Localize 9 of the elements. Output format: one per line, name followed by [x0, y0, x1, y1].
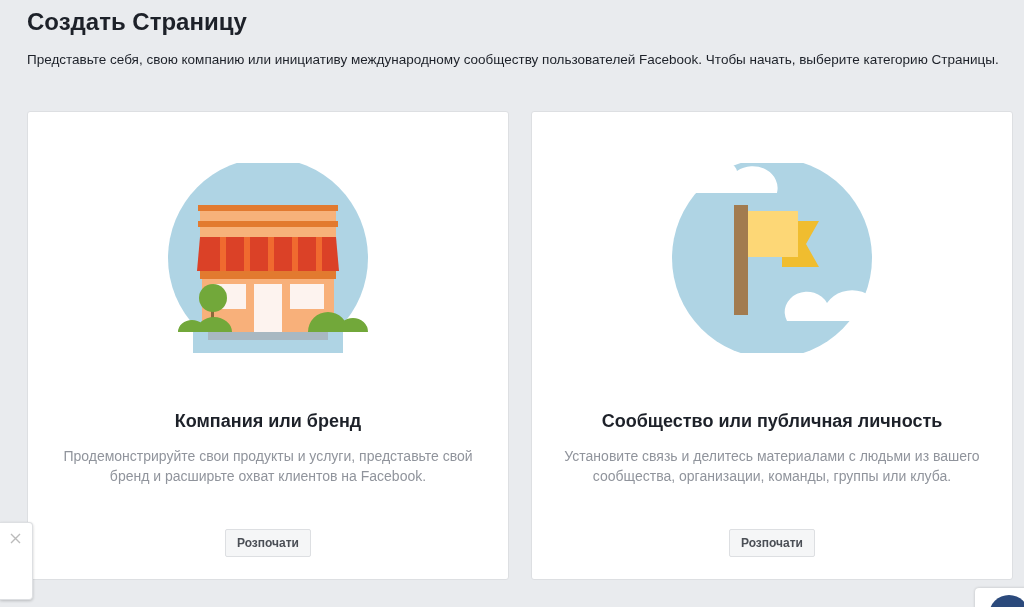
start-button[interactable]: Розпочати	[729, 529, 815, 557]
page-title: Создать Страницу	[27, 7, 248, 37]
card-description: Продемонстрируйте свои продукты и услуги, представьте свой бренд и расширьте охват клиентов на Facebook.	[62, 447, 474, 486]
page-description: Представьте себя, свою компанию или инициативу международному сообществу пользователей Facebook. Чтобы начать, выберите категорию Страницы.	[27, 51, 1000, 69]
card-description: Установите связь и делитесь материалами с людьми из вашего сообщества, организации, команды, группы или клуба.	[563, 447, 981, 486]
card-title: Сообщество или публичная личность	[601, 411, 943, 432]
close-icon[interactable]	[10, 533, 21, 544]
start-button[interactable]: Розпочати	[225, 529, 311, 557]
card-title: Компания или бренд	[174, 411, 362, 432]
